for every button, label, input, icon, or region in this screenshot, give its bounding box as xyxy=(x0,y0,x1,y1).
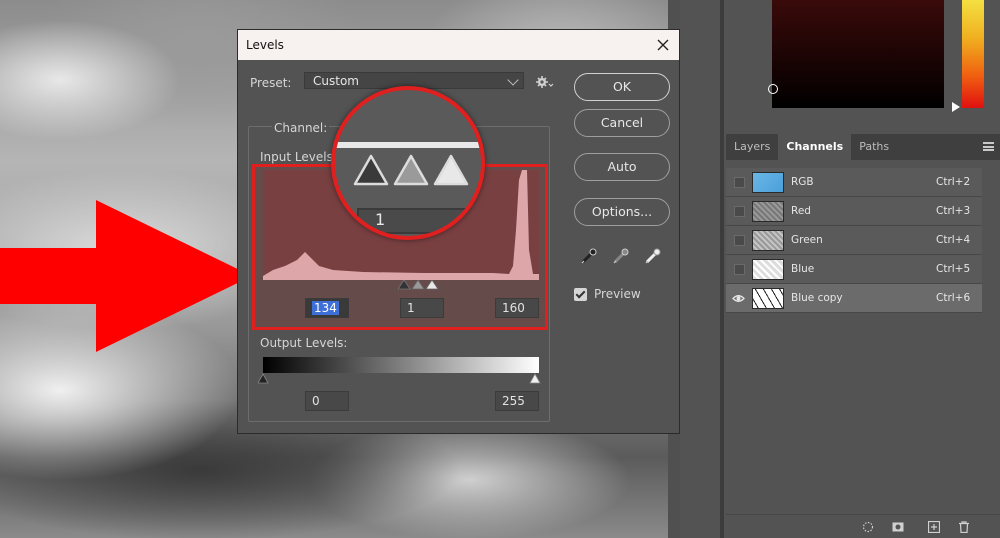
magnified-sliders xyxy=(353,154,469,186)
channel-shortcut: Ctrl+3 xyxy=(936,205,971,217)
trash-icon[interactable] xyxy=(958,521,970,533)
tab-channels[interactable]: Channels xyxy=(778,134,852,160)
color-picker-field[interactable] xyxy=(772,0,944,108)
hue-slider[interactable] xyxy=(962,0,984,108)
dialog-titlebar[interactable]: Levels xyxy=(238,30,679,60)
tab-layers[interactable]: Layers xyxy=(726,134,778,160)
channel-row-rgb[interactable]: RGB Ctrl+2 xyxy=(726,168,982,197)
output-gradient xyxy=(263,357,539,373)
channel-shortcut: Ctrl+4 xyxy=(936,234,971,246)
input-gamma-field[interactable]: 1 xyxy=(400,298,444,318)
options-button[interactable]: Options... xyxy=(574,198,670,226)
channel-thumbnail xyxy=(752,201,784,222)
channel-name: Blue xyxy=(791,263,815,275)
channel-shortcut: Ctrl+6 xyxy=(936,292,971,304)
hue-slider-marker[interactable] xyxy=(952,102,960,112)
visibility-toggle[interactable] xyxy=(734,235,745,246)
channel-shortcut: Ctrl+5 xyxy=(936,263,971,275)
magnified-input-field: 1 xyxy=(357,208,469,234)
input-levels-label: Input Levels: xyxy=(260,150,337,164)
load-selection-icon[interactable] xyxy=(862,521,874,533)
tab-paths[interactable]: Paths xyxy=(851,134,897,160)
visibility-toggle[interactable] xyxy=(734,264,745,275)
channel-thumbnail xyxy=(752,259,784,280)
channel-thumbnail xyxy=(752,172,784,193)
ok-button[interactable]: OK xyxy=(574,73,670,101)
output-levels-label: Output Levels: xyxy=(260,336,348,350)
magnified-histogram-edge xyxy=(335,142,481,148)
channel-shortcut: Ctrl+2 xyxy=(936,176,971,188)
panel-divider[interactable] xyxy=(720,0,724,538)
channel-row-green[interactable]: Green Ctrl+4 xyxy=(726,226,982,255)
cancel-button[interactable]: Cancel xyxy=(574,109,670,137)
input-black-field[interactable]: 134 xyxy=(305,298,349,318)
red-arrow-annotation xyxy=(0,200,252,352)
black-eyedropper-icon[interactable] xyxy=(579,246,599,266)
channel-row-blue[interactable]: Blue Ctrl+5 xyxy=(726,255,982,284)
magnifier-callout: 1 xyxy=(331,86,485,240)
preview-label: Preview xyxy=(594,287,641,301)
visibility-toggle[interactable] xyxy=(734,177,745,188)
dialog-title: Levels xyxy=(246,38,284,52)
new-channel-icon[interactable] xyxy=(928,521,940,533)
preset-value: Custom xyxy=(313,74,359,88)
auto-button[interactable]: Auto xyxy=(574,153,670,181)
output-white-field[interactable]: 255 xyxy=(495,391,539,411)
preview-checkbox[interactable] xyxy=(574,288,587,301)
eye-icon[interactable] xyxy=(732,293,745,304)
channel-list: RGB Ctrl+2 Red Ctrl+3 Green Ctrl+4 Blue … xyxy=(726,168,982,313)
white-eyedropper-icon[interactable] xyxy=(643,246,663,266)
visibility-toggle[interactable] xyxy=(734,206,745,217)
input-black-value: 134 xyxy=(312,301,339,315)
channel-thumbnail xyxy=(752,230,784,251)
panel-bottom-toolbar xyxy=(726,514,1000,538)
input-white-field[interactable]: 160 xyxy=(495,298,539,318)
gear-icon[interactable] xyxy=(536,75,554,89)
chevron-down-icon xyxy=(507,74,519,86)
output-black-field[interactable]: 0 xyxy=(305,391,349,411)
panel-tabs: Layers Channels Paths xyxy=(726,134,1000,160)
panel-menu-icon[interactable] xyxy=(983,142,994,151)
channel-label: Channel: xyxy=(272,121,330,135)
output-level-sliders[interactable] xyxy=(258,373,544,385)
channel-row-red[interactable]: Red Ctrl+3 xyxy=(726,197,982,226)
close-icon[interactable] xyxy=(655,37,671,53)
input-level-sliders[interactable] xyxy=(398,280,446,292)
color-picker-marker[interactable] xyxy=(768,84,778,94)
preset-label: Preset: xyxy=(250,76,292,90)
gray-eyedropper-icon[interactable] xyxy=(611,246,631,266)
channel-name: Red xyxy=(791,205,811,217)
save-selection-icon[interactable] xyxy=(892,521,904,533)
channel-row-blue-copy[interactable]: Blue copy Ctrl+6 xyxy=(726,284,982,313)
channel-name: Blue copy xyxy=(791,292,843,304)
channel-name: RGB xyxy=(791,176,814,188)
channel-name: Green xyxy=(791,234,823,246)
channel-thumbnail xyxy=(752,288,784,309)
